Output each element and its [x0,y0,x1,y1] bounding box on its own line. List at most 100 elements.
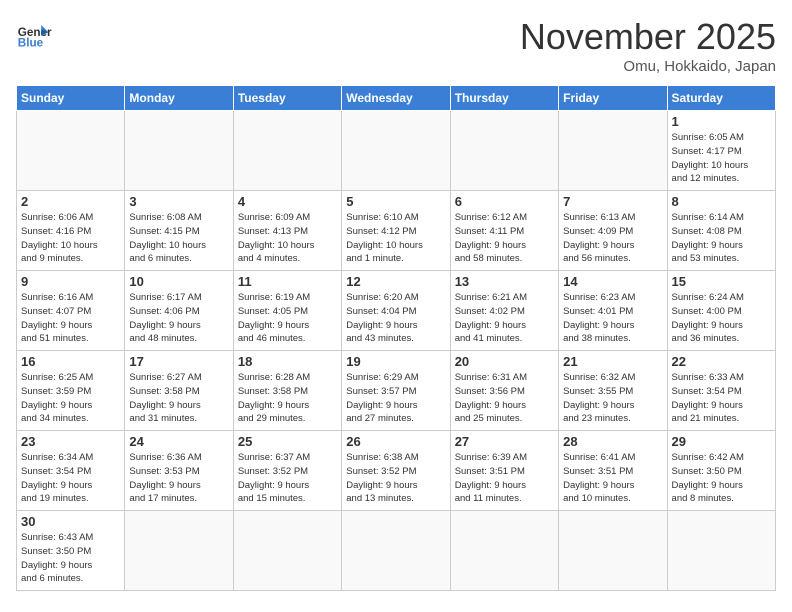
day-info: Sunrise: 6:34 AM Sunset: 3:54 PM Dayligh… [21,451,120,506]
calendar-cell [17,111,125,191]
day-number: 17 [129,354,228,369]
day-number: 28 [563,434,662,449]
day-info: Sunrise: 6:31 AM Sunset: 3:56 PM Dayligh… [455,371,554,426]
col-header-thursday: Thursday [450,86,558,111]
day-info: Sunrise: 6:33 AM Sunset: 3:54 PM Dayligh… [672,371,771,426]
day-info: Sunrise: 6:09 AM Sunset: 4:13 PM Dayligh… [238,211,337,266]
calendar-cell [342,511,450,591]
calendar-week-row: 1 Sunrise: 6:05 AM Sunset: 4:17 PM Daylig… [17,111,776,191]
day-info: Sunrise: 6:12 AM Sunset: 4:11 PM Dayligh… [455,211,554,266]
day-number: 1 [672,114,771,129]
day-info: Sunrise: 6:19 AM Sunset: 4:05 PM Dayligh… [238,291,337,346]
col-header-monday: Monday [125,86,233,111]
day-info: Sunrise: 6:10 AM Sunset: 4:12 PM Dayligh… [346,211,445,266]
day-number: 20 [455,354,554,369]
day-info: Sunrise: 6:16 AM Sunset: 4:07 PM Dayligh… [21,291,120,346]
calendar-cell: 9 Sunrise: 6:16 AM Sunset: 4:07 PM Daylig… [17,271,125,351]
calendar-cell: 20 Sunrise: 6:31 AM Sunset: 3:56 PM Dayli… [450,351,558,431]
calendar-week-row: 2Sunrise: 6:06 AM Sunset: 4:16 PM Daylig… [17,191,776,271]
day-number: 23 [21,434,120,449]
col-header-sunday: Sunday [17,86,125,111]
calendar-cell [233,111,341,191]
calendar-week-row: 30 Sunrise: 6:43 AM Sunset: 3:50 PM Dayli… [17,511,776,591]
day-info: Sunrise: 6:21 AM Sunset: 4:02 PM Dayligh… [455,291,554,346]
day-info: Sunrise: 6:37 AM Sunset: 3:52 PM Dayligh… [238,451,337,506]
calendar-cell: 22 Sunrise: 6:33 AM Sunset: 3:54 PM Dayli… [667,351,775,431]
col-header-friday: Friday [559,86,667,111]
day-info: Sunrise: 6:39 AM Sunset: 3:51 PM Dayligh… [455,451,554,506]
calendar-cell: 8Sunrise: 6:14 AM Sunset: 4:08 PM Daylig… [667,191,775,271]
day-number: 25 [238,434,337,449]
day-info: Sunrise: 6:27 AM Sunset: 3:58 PM Dayligh… [129,371,228,426]
day-number: 19 [346,354,445,369]
calendar-cell: 11 Sunrise: 6:19 AM Sunset: 4:05 PM Dayli… [233,271,341,351]
calendar-week-row: 23 Sunrise: 6:34 AM Sunset: 3:54 PM Dayli… [17,431,776,511]
day-number: 16 [21,354,120,369]
calendar-cell: 18 Sunrise: 6:28 AM Sunset: 3:58 PM Dayli… [233,351,341,431]
day-number: 14 [563,274,662,289]
calendar-cell [559,511,667,591]
day-info: Sunrise: 6:29 AM Sunset: 3:57 PM Dayligh… [346,371,445,426]
day-number: 13 [455,274,554,289]
day-number: 29 [672,434,771,449]
calendar-cell: 13 Sunrise: 6:21 AM Sunset: 4:02 PM Dayli… [450,271,558,351]
day-number: 26 [346,434,445,449]
day-number: 3 [129,194,228,209]
day-info: Sunrise: 6:05 AM Sunset: 4:17 PM Dayligh… [672,131,771,186]
calendar-cell: 19 Sunrise: 6:29 AM Sunset: 3:57 PM Dayli… [342,351,450,431]
page-header: General Blue November 2025 Omu, Hokkaido… [16,16,776,75]
day-info: Sunrise: 6:36 AM Sunset: 3:53 PM Dayligh… [129,451,228,506]
calendar-cell: 5 Sunrise: 6:10 AM Sunset: 4:12 PM Daylig… [342,191,450,271]
day-info: Sunrise: 6:42 AM Sunset: 3:50 PM Dayligh… [672,451,771,506]
day-number: 9 [21,274,120,289]
calendar-cell: 21Sunrise: 6:32 AM Sunset: 3:55 PM Dayli… [559,351,667,431]
calendar-cell: 12 Sunrise: 6:20 AM Sunset: 4:04 PM Dayli… [342,271,450,351]
calendar-cell [342,111,450,191]
calendar-cell: 27Sunrise: 6:39 AM Sunset: 3:51 PM Dayli… [450,431,558,511]
calendar-header-row: SundayMondayTuesdayWednesdayThursdayFrid… [17,86,776,111]
calendar-cell: 15 Sunrise: 6:24 AM Sunset: 4:00 PM Dayli… [667,271,775,351]
day-info: Sunrise: 6:43 AM Sunset: 3:50 PM Dayligh… [21,531,120,586]
day-number: 6 [455,194,554,209]
calendar-cell: 30 Sunrise: 6:43 AM Sunset: 3:50 PM Dayli… [17,511,125,591]
day-info: Sunrise: 6:28 AM Sunset: 3:58 PM Dayligh… [238,371,337,426]
day-info: Sunrise: 6:08 AM Sunset: 4:15 PM Dayligh… [129,211,228,266]
title-block: November 2025 Omu, Hokkaido, Japan [520,16,776,75]
svg-text:Blue: Blue [18,37,44,50]
logo-icon: General Blue [16,16,52,52]
day-info: Sunrise: 6:13 AM Sunset: 4:09 PM Dayligh… [563,211,662,266]
day-number: 12 [346,274,445,289]
day-number: 21 [563,354,662,369]
location: Omu, Hokkaido, Japan [520,58,776,75]
day-number: 30 [21,514,120,529]
day-info: Sunrise: 6:38 AM Sunset: 3:52 PM Dayligh… [346,451,445,506]
calendar-cell [125,511,233,591]
calendar-table: SundayMondayTuesdayWednesdayThursdayFrid… [16,85,776,591]
calendar-cell [233,511,341,591]
day-info: Sunrise: 6:41 AM Sunset: 3:51 PM Dayligh… [563,451,662,506]
day-info: Sunrise: 6:20 AM Sunset: 4:04 PM Dayligh… [346,291,445,346]
calendar-cell [667,511,775,591]
calendar-cell [450,111,558,191]
calendar-cell [559,111,667,191]
col-header-saturday: Saturday [667,86,775,111]
day-number: 5 [346,194,445,209]
day-number: 11 [238,274,337,289]
day-number: 8 [672,194,771,209]
calendar-cell: 26 Sunrise: 6:38 AM Sunset: 3:52 PM Dayli… [342,431,450,511]
col-header-wednesday: Wednesday [342,86,450,111]
day-number: 18 [238,354,337,369]
day-number: 24 [129,434,228,449]
day-number: 22 [672,354,771,369]
day-number: 2 [21,194,120,209]
day-number: 15 [672,274,771,289]
col-header-tuesday: Tuesday [233,86,341,111]
calendar-cell: 6 Sunrise: 6:12 AM Sunset: 4:11 PM Daylig… [450,191,558,271]
logo: General Blue [16,16,52,52]
day-info: Sunrise: 6:24 AM Sunset: 4:00 PM Dayligh… [672,291,771,346]
day-info: Sunrise: 6:23 AM Sunset: 4:01 PM Dayligh… [563,291,662,346]
day-number: 7 [563,194,662,209]
calendar-cell: 16 Sunrise: 6:25 AM Sunset: 3:59 PM Dayli… [17,351,125,431]
day-info: Sunrise: 6:25 AM Sunset: 3:59 PM Dayligh… [21,371,120,426]
calendar-cell: 4Sunrise: 6:09 AM Sunset: 4:13 PM Daylig… [233,191,341,271]
